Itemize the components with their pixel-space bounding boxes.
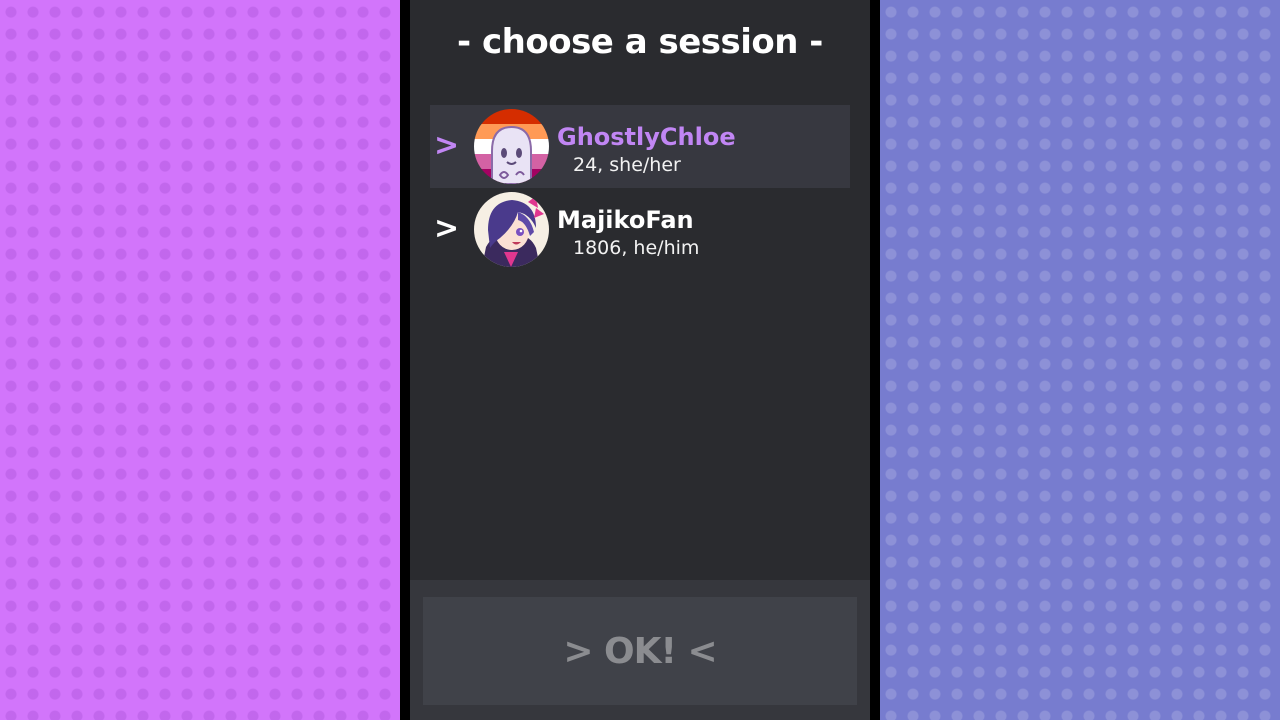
arrow-icon: > <box>434 128 460 163</box>
left-divider <box>400 0 410 720</box>
page-title: - choose a session - <box>457 22 823 62</box>
ok-button[interactable]: > OK! < <box>423 597 857 705</box>
app-screen: - choose a session - > GhostlyChloe 24, … <box>0 0 1280 720</box>
session-picker-panel: - choose a session - > GhostlyChloe 24, … <box>410 0 870 720</box>
left-heart-pattern-background <box>0 0 400 720</box>
anime-character-avatar-icon <box>474 192 549 267</box>
right-heart-pattern-background <box>880 0 1280 720</box>
arrow-icon: > <box>434 211 460 246</box>
right-divider <box>870 0 880 720</box>
session-details: 24, she/her <box>573 154 681 176</box>
session-name: MajikoFan <box>557 206 694 234</box>
session-item-ghostlychloe[interactable]: > GhostlyChloe 24, she/her <box>430 105 850 188</box>
session-name: GhostlyChloe <box>557 123 736 151</box>
footer-bar: > OK! < <box>410 580 870 720</box>
session-details: 1806, he/him <box>573 237 700 259</box>
ghost-avatar-icon <box>474 109 549 184</box>
session-item-majikofan[interactable]: > MajikoFan 1806, he/him <box>430 188 850 271</box>
